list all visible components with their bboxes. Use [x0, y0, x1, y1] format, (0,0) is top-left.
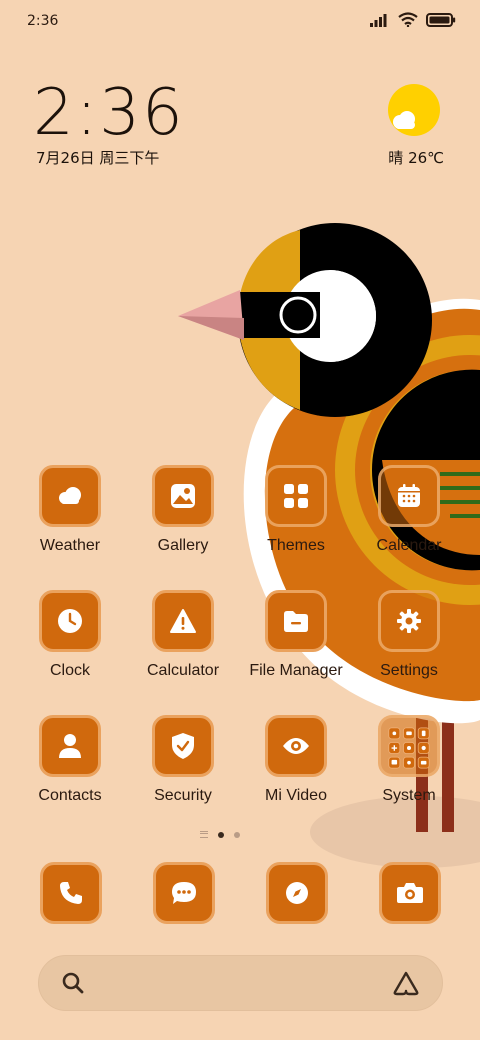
status-icons — [370, 12, 456, 27]
app-label: Calculator — [146, 662, 220, 679]
camera-icon — [379, 862, 441, 924]
app-gallery[interactable]: Gallery — [127, 465, 239, 555]
page-dot-2[interactable] — [234, 831, 240, 838]
weather-widget-text: 晴 26℃ — [388, 147, 444, 168]
dock-phone[interactable] — [40, 862, 102, 924]
clock-icon — [39, 590, 101, 652]
clock-widget-time[interactable]: 2:36 — [33, 76, 185, 150]
battery-icon — [426, 12, 456, 27]
dock-camera[interactable] — [379, 862, 441, 924]
app-label: Weather — [39, 537, 101, 554]
themes-icon — [265, 465, 327, 527]
app-calendar[interactable]: Calendar — [353, 465, 465, 555]
app-label: Themes — [267, 537, 325, 554]
app-label: Clock — [49, 662, 90, 679]
app-security[interactable]: Security — [127, 715, 239, 805]
app-clock[interactable]: Clock — [14, 590, 126, 680]
weather-cloud-icon — [39, 465, 101, 527]
partly-sunny-icon — [388, 84, 440, 136]
signal-icon — [370, 13, 387, 27]
shield-check-icon — [152, 715, 214, 777]
message-icon — [153, 862, 215, 924]
weather-condition: 晴 — [388, 149, 404, 167]
status-bar-time: 2:36 — [27, 13, 59, 29]
eye-icon — [265, 715, 327, 777]
app-label: Settings — [380, 662, 438, 679]
clock-widget-date: 7月26日 周三下午 — [36, 149, 160, 167]
app-label: Gallery — [157, 537, 209, 554]
app-contacts[interactable]: Contacts — [14, 715, 126, 805]
weather-widget[interactable] — [384, 84, 444, 136]
compass-icon — [266, 862, 328, 924]
warning-triangle-icon — [152, 590, 214, 652]
page-list-indicator[interactable] — [200, 831, 208, 838]
app-label: File Manager — [249, 662, 343, 679]
page-dot-1[interactable] — [218, 831, 224, 838]
app-label: System — [382, 787, 436, 804]
page-indicator[interactable] — [200, 831, 240, 838]
gear-icon — [378, 590, 440, 652]
app-label: Calendar — [376, 537, 442, 554]
folder-icon — [265, 590, 327, 652]
app-calculator[interactable]: Calculator — [127, 590, 239, 680]
app-label: Security — [154, 787, 212, 804]
app-themes[interactable]: Themes — [240, 465, 352, 555]
dock-browser[interactable] — [266, 862, 328, 924]
calendar-icon — [378, 465, 440, 527]
app-mi-video[interactable]: Mi Video — [240, 715, 352, 805]
search-icon — [62, 972, 84, 994]
app-label: Mi Video — [265, 787, 327, 804]
weather-temperature: 26℃ — [408, 149, 444, 167]
dock-messages[interactable] — [153, 862, 215, 924]
person-icon — [39, 715, 101, 777]
app-file-manager[interactable]: File Manager — [240, 590, 352, 680]
app-settings[interactable]: Settings — [353, 590, 465, 680]
assistant-icon[interactable] — [392, 970, 420, 996]
folder-grid-icon — [378, 715, 440, 777]
app-folder-system[interactable]: System — [353, 715, 465, 805]
wifi-icon — [398, 12, 418, 27]
search-bar[interactable] — [38, 955, 443, 1011]
app-label: Contacts — [38, 787, 102, 804]
app-weather[interactable]: Weather — [14, 465, 126, 555]
phone-icon — [40, 862, 102, 924]
gallery-icon — [152, 465, 214, 527]
